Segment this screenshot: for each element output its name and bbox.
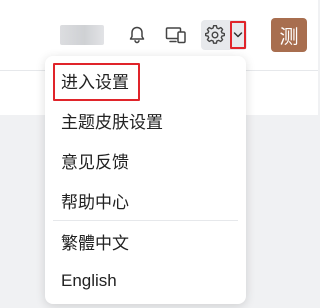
user-avatar[interactable]: 测 xyxy=(271,18,307,52)
menu-item-enter-settings[interactable]: 进入设置 xyxy=(45,60,246,101)
menu-item-feedback[interactable]: 意见反馈 xyxy=(45,140,246,180)
gear-icon xyxy=(205,25,225,44)
settings-dropdown-toggle[interactable] xyxy=(230,21,246,49)
devices-button[interactable] xyxy=(164,22,188,48)
settings-dropdown-menu: 进入设置 主题皮肤设置 意见反馈 帮助中心 繁體中文 English xyxy=(45,56,246,304)
bell-icon xyxy=(129,26,145,44)
menu-item-theme-skin[interactable]: 主题皮肤设置 xyxy=(45,100,246,140)
notifications-button[interactable] xyxy=(125,22,149,48)
menu-item-traditional-chinese[interactable]: 繁體中文 xyxy=(45,221,246,261)
settings-control[interactable] xyxy=(201,20,247,50)
menu-item-english[interactable]: English xyxy=(45,261,246,301)
menu-item-help-center[interactable]: 帮助中心 xyxy=(45,180,246,220)
devices-icon xyxy=(165,27,186,44)
blurred-username xyxy=(60,25,104,45)
settings-button[interactable] xyxy=(203,23,227,47)
chevron-down-icon xyxy=(233,32,243,38)
